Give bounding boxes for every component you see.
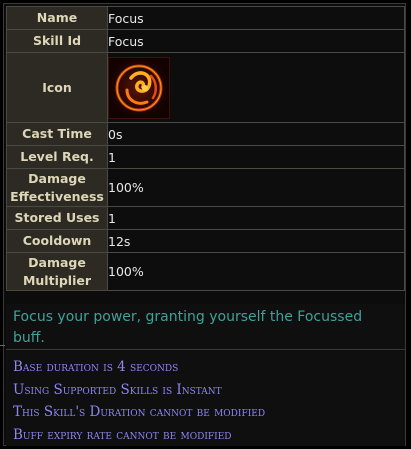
level-req-label: Level Req.: [6, 145, 108, 169]
row-icon: Icon: [6, 52, 405, 123]
damage-multiplier-label: Damage Multiplier: [6, 252, 108, 291]
stored-uses-label: Stored Uses: [6, 206, 108, 230]
row-damage-effectiveness: Damage Effectiveness 100%: [6, 168, 405, 207]
row-name: Name Focus: [6, 6, 405, 30]
cast-time-value: 0s: [107, 122, 405, 146]
row-stored-uses: Stored Uses 1: [6, 206, 405, 230]
row-cooldown: Cooldown 12s: [6, 229, 405, 253]
cooldown-value: 12s: [107, 229, 405, 253]
icon-cell: [107, 52, 405, 123]
skill-stats: Base duration is 4 seconds Using Support…: [6, 351, 405, 446]
skill-info-table: Name Focus Skill Id Focus Icon Cast Time…: [6, 6, 405, 291]
cast-time-label: Cast Time: [6, 122, 108, 146]
damage-effectiveness-label: Damage Effectiveness: [6, 168, 108, 207]
damage-effectiveness-label-line2: Effectiveness: [10, 188, 104, 204]
stat-line: This Skill's Duration cannot be modified: [13, 404, 266, 420]
stored-uses-value: 1: [107, 206, 405, 230]
stat-line: Buff expiry rate cannot be modified: [13, 426, 232, 443]
damage-effectiveness-value: 100%: [107, 168, 405, 207]
skill-info-card: Name Focus Skill Id Focus Icon Cast Time…: [3, 3, 406, 446]
damage-effectiveness-label-line1: Damage: [28, 170, 86, 186]
row-skill-id: Skill Id Focus: [6, 29, 405, 53]
skill-description: Focus your power, granting yourself the …: [6, 304, 405, 350]
skill-id-value: Focus: [107, 29, 405, 53]
skill-id-label: Skill Id: [6, 29, 108, 53]
divider-mark: [0, 345, 5, 346]
level-req-value: 1: [107, 145, 405, 169]
focus-skill-icon: [108, 57, 170, 119]
damage-multiplier-label-line1: Damage: [28, 254, 86, 270]
name-value: Focus: [107, 6, 405, 30]
stat-line: Base duration is 4 seconds: [13, 359, 179, 375]
name-label: Name: [6, 6, 108, 30]
damage-multiplier-label-line2: Multiplier: [22, 272, 92, 288]
row-cast-time: Cast Time 0s: [6, 122, 405, 146]
cooldown-label: Cooldown: [6, 229, 108, 253]
row-level-req: Level Req. 1: [6, 145, 405, 169]
icon-label: Icon: [6, 52, 108, 123]
damage-multiplier-value: 100%: [107, 252, 405, 291]
stat-line: Using Supported Skills is Instant: [13, 381, 222, 398]
row-damage-multiplier: Damage Multiplier 100%: [6, 252, 405, 291]
